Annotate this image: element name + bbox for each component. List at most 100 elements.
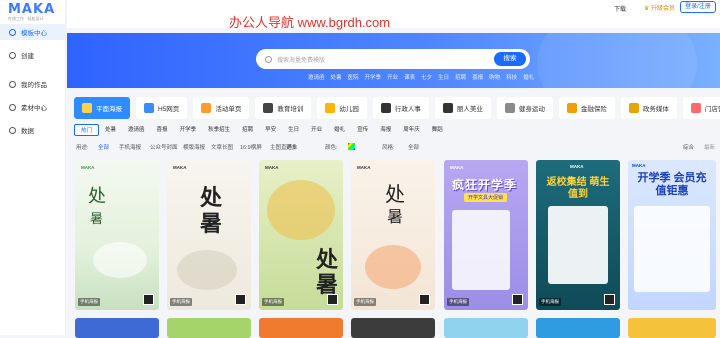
usage-option[interactable]: 公众号封面 <box>150 143 178 151</box>
pricing-panel <box>634 206 710 292</box>
usage-option-all[interactable]: 全部 <box>98 143 109 151</box>
search-box[interactable]: 搜索海量免费模版 <box>256 49 530 69</box>
category-label: H5网页 <box>158 106 180 113</box>
sidebar: MAKA 在线工作 · 轻松设计 模板中心 创建 我的作品 素材中心 数据 <box>0 0 66 335</box>
beauty-icon <box>442 103 453 113</box>
card-brand: MAKA <box>265 165 279 170</box>
sort-comprehensive[interactable]: 综合 <box>683 143 694 151</box>
usage-option[interactable]: 手机海报 <box>119 143 141 151</box>
tag[interactable]: 周年庆 <box>397 124 426 136</box>
hotword[interactable]: 七夕 <box>421 73 432 81</box>
hr-icon <box>380 103 391 113</box>
watermark-text: 办公人导航 www.bgrdh.com <box>229 15 391 30</box>
hotword[interactable]: 生日 <box>438 73 449 81</box>
login-register-button[interactable]: 登录/注册 <box>680 1 716 13</box>
hotword[interactable]: 科技 <box>506 73 517 81</box>
category-label: 平面海报 <box>96 106 122 113</box>
template-card[interactable]: MAKA 返校集结 萌生值到 手机海报 <box>536 160 620 310</box>
color-filter-label: 颜色: <box>325 145 338 151</box>
tag[interactable]: 舞蹈 <box>426 124 449 136</box>
tag[interactable]: 开学季 <box>174 124 203 136</box>
template-card-partial[interactable] <box>536 318 620 338</box>
tag[interactable]: 喜报 <box>151 124 174 136</box>
hotword[interactable]: 开学季 <box>365 73 382 81</box>
hotword[interactable]: 课表 <box>404 73 415 81</box>
category-row: 平面海报 H5网页 活动单页 教育培训 幼儿园 行政人事 丽人美业 健身运动 金… <box>74 97 720 119</box>
qr-code <box>512 294 523 305</box>
download-link[interactable]: 下载 <box>614 4 626 13</box>
template-card[interactable]: MAKA 处 暑 手机海报 <box>351 160 435 310</box>
card-small-text: 暑 <box>387 207 404 226</box>
upgrade-vip-link[interactable]: ♛ 升级会员 <box>644 3 675 12</box>
tag[interactable]: 邀请函 <box>122 124 151 136</box>
sidebar-item-my-works[interactable]: 我的作品 <box>0 76 66 92</box>
category-h5[interactable]: H5网页 <box>136 97 188 119</box>
tag[interactable]: 海报 <box>374 124 397 136</box>
hotword[interactable]: 医院 <box>348 73 359 81</box>
card-subtitle: 开学文具大促销 <box>464 193 508 202</box>
template-card[interactable]: MAKA 处 暑 手机海报 <box>75 160 159 310</box>
category-government-media[interactable]: 政务媒体 <box>620 97 677 119</box>
template-card-partial[interactable] <box>167 318 251 338</box>
hotword[interactable]: 开业 <box>387 73 398 81</box>
template-card[interactable]: MAKA 处 暑 手机海报 <box>259 160 343 310</box>
maka-logo[interactable]: MAKA <box>8 2 55 17</box>
lotus-illustration <box>93 242 147 278</box>
template-card[interactable]: MAKA 处 暑 手机海报 <box>167 160 251 310</box>
category-beauty[interactable]: 丽人美业 <box>434 97 491 119</box>
sidebar-item-data[interactable]: 数据 <box>0 122 66 138</box>
category-event-page[interactable]: 活动单页 <box>193 97 250 119</box>
category-fitness[interactable]: 健身运动 <box>496 97 553 119</box>
sidebar-item-material-center[interactable]: 素材中心 <box>0 99 66 115</box>
template-card[interactable]: MAKA 疯狂开学季 开学文具大促销 手机海报 <box>444 160 528 310</box>
usage-option[interactable]: 横版海报 <box>183 143 205 151</box>
template-card-partial[interactable] <box>259 318 343 338</box>
tag[interactable]: 处暑 <box>99 124 122 136</box>
tag[interactable]: 宣传 <box>351 124 374 136</box>
hotword[interactable]: 喜报 <box>472 73 483 81</box>
template-card-partial[interactable] <box>75 318 159 338</box>
card-type-badge: 手机海报 <box>78 298 100 306</box>
usage-option-more[interactable]: 更多 <box>286 143 297 151</box>
tag[interactable]: 生日 <box>282 124 305 136</box>
category-store-marketing[interactable]: 门店营销 <box>682 97 720 119</box>
card-brand: MAKA <box>450 165 464 170</box>
sidebar-item-create[interactable]: 创建 <box>0 47 66 63</box>
template-card-partial[interactable] <box>351 318 435 338</box>
search-input[interactable]: 搜索海量免费模版 <box>277 55 530 64</box>
sort-latest[interactable]: 最新 <box>704 143 715 151</box>
tag[interactable]: 婚礼 <box>328 124 351 136</box>
tag[interactable]: 早安 <box>259 124 282 136</box>
tag[interactable]: 开业 <box>305 124 328 136</box>
style-select[interactable]: 全部 <box>408 143 419 151</box>
category-label: 门店营销 <box>704 106 720 113</box>
hotword[interactable]: 招聘 <box>455 73 466 81</box>
kindergarten-icon <box>325 103 336 113</box>
hot-search-words: 邀请函 处暑 医院 开学季 开业 课表 七夕 生日 招聘 喜报 购物 科技 婚礼 <box>308 73 534 81</box>
search-button[interactable]: 搜索 <box>494 52 526 66</box>
template-card-partial[interactable] <box>444 318 528 338</box>
card-type-badge: 手机海报 <box>354 298 376 306</box>
category-hr[interactable]: 行政人事 <box>372 97 429 119</box>
sidebar-item-template-center[interactable]: 模板中心 <box>0 24 66 40</box>
hotword[interactable]: 购物 <box>489 73 500 81</box>
category-finance[interactable]: 金融保险 <box>558 97 615 119</box>
sidebar-item-label: 我的作品 <box>21 82 47 89</box>
category-kindergarten[interactable]: 幼儿园 <box>317 97 367 119</box>
tag[interactable]: 秋季招生 <box>202 124 236 136</box>
hotword[interactable]: 邀请函 <box>308 73 325 81</box>
card-brand: MAKA <box>81 165 95 170</box>
tag[interactable]: 招聘 <box>236 124 259 136</box>
tag-hot[interactable]: 热门 <box>74 124 100 136</box>
hotword[interactable]: 处暑 <box>331 73 342 81</box>
usage-option[interactable]: 文章长图 <box>211 143 233 151</box>
plus-circle-icon <box>9 51 16 59</box>
card-title: 疯狂开学季 <box>452 178 518 192</box>
category-label: 行政人事 <box>394 106 421 113</box>
category-poster[interactable]: 平面海报 <box>74 97 130 119</box>
hotword[interactable]: 婚礼 <box>523 73 534 81</box>
category-education[interactable]: 教育培训 <box>255 97 312 119</box>
template-card[interactable]: MAKA 开学季 会员充值钜惠 <box>628 160 716 310</box>
usage-option[interactable]: 16:9横屏 <box>240 143 262 151</box>
template-card-partial[interactable] <box>628 318 716 338</box>
